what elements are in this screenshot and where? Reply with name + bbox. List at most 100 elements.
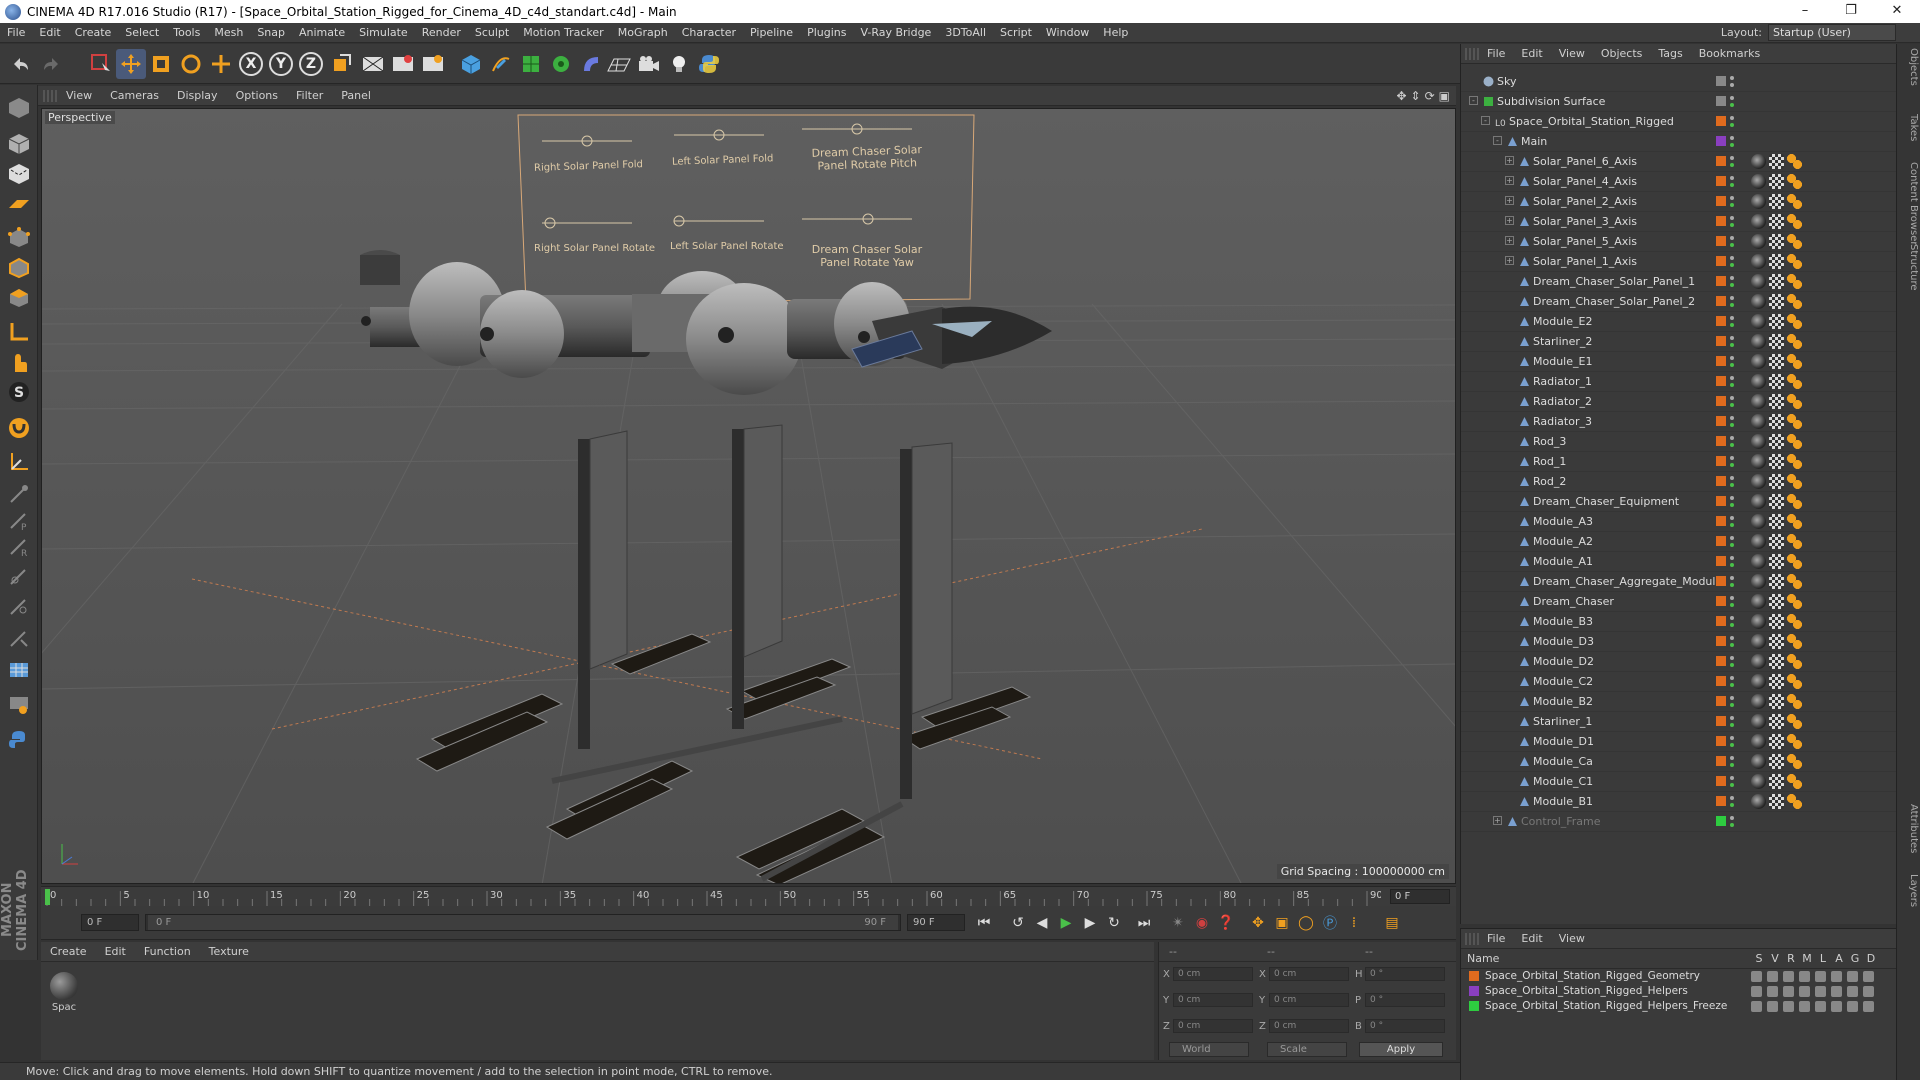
texture-tag-icon[interactable] bbox=[1769, 214, 1784, 229]
object-row[interactable]: Radiator_1 bbox=[1461, 372, 1897, 392]
keyframe-selection-icon[interactable]: ❓ bbox=[1215, 913, 1237, 933]
object-name[interactable]: Main bbox=[1521, 135, 1547, 148]
layer-toggle-icons[interactable] bbox=[1751, 986, 1874, 997]
object-row[interactable]: Radiator_2 bbox=[1461, 392, 1897, 412]
visibility-dots-icon[interactable] bbox=[1729, 335, 1735, 349]
coord-field[interactable]: 0 ° bbox=[1365, 1019, 1445, 1033]
expand-icon[interactable]: + bbox=[1505, 156, 1514, 165]
object-row[interactable]: - Subdivision Surface bbox=[1461, 92, 1897, 112]
constraint-tag-icon[interactable] bbox=[1787, 754, 1802, 769]
menu-motion-tracker[interactable]: Motion Tracker bbox=[516, 26, 610, 39]
axis-y-icon[interactable]: Y bbox=[266, 49, 296, 79]
layer-color-swatch[interactable] bbox=[1716, 196, 1726, 206]
object-name[interactable]: Module_E1 bbox=[1533, 355, 1592, 368]
material-tag-icon[interactable] bbox=[1751, 374, 1766, 389]
visibility-dots-icon[interactable] bbox=[1729, 95, 1735, 109]
move-icon[interactable] bbox=[116, 49, 146, 79]
material-menu-edit[interactable]: Edit bbox=[96, 945, 135, 958]
texture-tag-icon[interactable] bbox=[1769, 494, 1784, 509]
model-mode-icon[interactable] bbox=[4, 129, 34, 159]
menu-select[interactable]: Select bbox=[118, 26, 166, 39]
auto-key-icon[interactable]: ◉ bbox=[1191, 913, 1213, 933]
render-settings-icon[interactable] bbox=[418, 49, 448, 79]
texture-tag-icon[interactable] bbox=[1769, 554, 1784, 569]
prev-key-icon[interactable]: ↺ bbox=[1007, 913, 1029, 933]
object-menu-bookmarks[interactable]: Bookmarks bbox=[1691, 47, 1768, 60]
visibility-dots-icon[interactable] bbox=[1729, 775, 1735, 789]
texture-tag-icon[interactable] bbox=[1769, 414, 1784, 429]
material-tag-icon[interactable] bbox=[1751, 514, 1766, 529]
object-name[interactable]: Solar_Panel_6_Axis bbox=[1533, 155, 1637, 168]
material-tag-icon[interactable] bbox=[1751, 354, 1766, 369]
visibility-dots-icon[interactable] bbox=[1729, 295, 1735, 309]
layer-name[interactable]: Space_Orbital_Station_Rigged_Helpers bbox=[1485, 985, 1688, 997]
object-name[interactable]: Starliner_2 bbox=[1533, 335, 1592, 348]
texture-tag-icon[interactable] bbox=[1769, 794, 1784, 809]
object-row[interactable]: - L0 Space_Orbital_Station_Rigged bbox=[1461, 112, 1897, 132]
undo-icon[interactable] bbox=[6, 49, 36, 79]
texture-tag-icon[interactable] bbox=[1769, 754, 1784, 769]
constraint-tag-icon[interactable] bbox=[1787, 474, 1802, 489]
brush-tool-3-icon[interactable]: R bbox=[4, 531, 34, 561]
redo-icon[interactable] bbox=[36, 49, 66, 79]
material-tag-icon[interactable] bbox=[1751, 774, 1766, 789]
layer-color-swatch[interactable] bbox=[1716, 676, 1726, 686]
constraint-tag-icon[interactable] bbox=[1787, 774, 1802, 789]
brush-tool-5-icon[interactable] bbox=[4, 591, 34, 621]
material-tag-icon[interactable] bbox=[1751, 554, 1766, 569]
position-key-icon[interactable]: ✥ bbox=[1247, 913, 1269, 933]
object-name[interactable]: Solar_Panel_2_Axis bbox=[1533, 195, 1637, 208]
expand-icon[interactable]: + bbox=[1505, 176, 1514, 185]
texture-mode-icon[interactable] bbox=[4, 159, 34, 189]
constraint-tag-icon[interactable] bbox=[1787, 494, 1802, 509]
layer-color-swatch[interactable] bbox=[1716, 496, 1726, 506]
coord-transform-dropdown[interactable]: Scale bbox=[1267, 1042, 1347, 1057]
layer-color-swatch[interactable] bbox=[1469, 1001, 1479, 1011]
side-tab-objects[interactable]: Objects bbox=[1899, 48, 1919, 86]
layer-color-swatch[interactable] bbox=[1716, 716, 1726, 726]
expand-icon[interactable]: + bbox=[1493, 816, 1502, 825]
object-name[interactable]: Subdivision Surface bbox=[1497, 95, 1605, 108]
texture-tag-icon[interactable] bbox=[1769, 174, 1784, 189]
menu-mograph[interactable]: MoGraph bbox=[611, 26, 675, 39]
layer-color-swatch[interactable] bbox=[1716, 336, 1726, 346]
object-row[interactable]: Module_D2 bbox=[1461, 652, 1897, 672]
points-mode-icon[interactable] bbox=[4, 223, 34, 253]
timeline-ruler[interactable]: 0 5 10 15 20 25 30 35 40 45 50 55 60 65 70 75 80 85 90 0 F bbox=[41, 886, 1456, 907]
material-tag-icon[interactable] bbox=[1751, 434, 1766, 449]
visibility-dots-icon[interactable] bbox=[1729, 635, 1735, 649]
rotate-icon[interactable] bbox=[176, 49, 206, 79]
object-name[interactable]: Radiator_3 bbox=[1533, 415, 1592, 428]
object-row[interactable]: Module_C1 bbox=[1461, 772, 1897, 792]
menu-help[interactable]: Help bbox=[1096, 26, 1135, 39]
visibility-dots-icon[interactable] bbox=[1729, 115, 1735, 129]
texture-tag-icon[interactable] bbox=[1769, 394, 1784, 409]
texture-tag-icon[interactable] bbox=[1769, 154, 1784, 169]
layout-dropdown[interactable]: Startup (User) bbox=[1768, 24, 1896, 41]
layer-color-swatch[interactable] bbox=[1716, 476, 1726, 486]
layer-color-swatch[interactable] bbox=[1716, 776, 1726, 786]
layer-color-swatch[interactable] bbox=[1716, 356, 1726, 366]
visibility-dots-icon[interactable] bbox=[1729, 375, 1735, 389]
snap-icon[interactable]: S bbox=[4, 377, 34, 407]
layer-color-swatch[interactable] bbox=[1716, 296, 1726, 306]
visibility-dots-icon[interactable] bbox=[1729, 315, 1735, 329]
floor-icon[interactable] bbox=[604, 49, 634, 79]
current-frame-field[interactable]: 0 F bbox=[1390, 889, 1450, 904]
layer-color-swatch[interactable] bbox=[1716, 116, 1726, 126]
toggle-view-icon[interactable]: ▣ bbox=[1439, 89, 1450, 103]
minimize-button[interactable]: – bbox=[1782, 0, 1828, 23]
constraint-tag-icon[interactable] bbox=[1787, 574, 1802, 589]
perspective-viewport[interactable]: Perspective Grid Spacing : 100000000 cm … bbox=[41, 108, 1456, 884]
layer-column-g[interactable]: G bbox=[1847, 952, 1863, 965]
collapse-icon[interactable]: - bbox=[1481, 116, 1490, 125]
viewport-menu-cameras[interactable]: Cameras bbox=[101, 89, 168, 102]
texture-tag-icon[interactable] bbox=[1769, 534, 1784, 549]
object-name[interactable]: Dream_Chaser_Solar_Panel_2 bbox=[1533, 295, 1695, 308]
frame-range-slider[interactable]: 0 F 90 F bbox=[145, 914, 901, 931]
material-tag-icon[interactable] bbox=[1751, 294, 1766, 309]
layer-color-swatch[interactable] bbox=[1716, 556, 1726, 566]
coord-field[interactable]: 0 cm bbox=[1173, 967, 1253, 981]
material-tag-icon[interactable] bbox=[1751, 214, 1766, 229]
object-row[interactable]: - Main bbox=[1461, 132, 1897, 152]
